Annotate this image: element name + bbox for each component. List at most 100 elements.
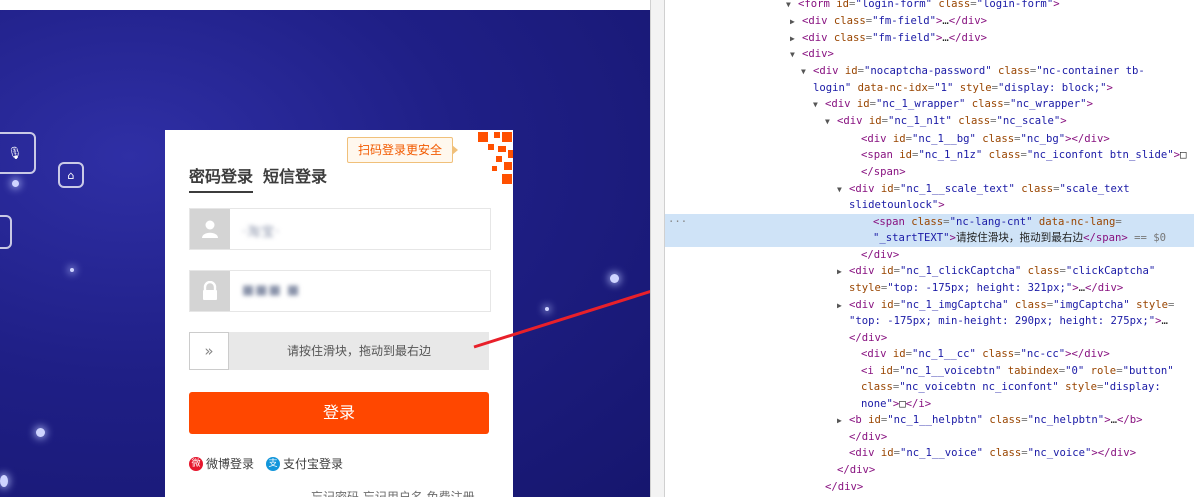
password-field[interactable]: ■■■ ■: [189, 270, 491, 312]
dom-tree-node[interactable]: none">□</i>: [665, 396, 1194, 413]
dom-token: <div: [849, 447, 881, 459]
dom-token: "nc_wrapper": [1010, 98, 1087, 110]
dom-tree-node[interactable]: ▶ <div id="nc_1_imgCaptcha" class="imgCap…: [665, 297, 1194, 314]
dom-tree-node[interactable]: <div id="nc_1__bg" class="nc_bg"></div>: [665, 131, 1194, 148]
dom-tree-node[interactable]: <div id="nc_1__cc" class="nc-cc"></div>: [665, 346, 1194, 363]
dom-token: class: [861, 381, 893, 393]
dom-token: id: [880, 365, 893, 377]
dom-tree-node[interactable]: <i id="nc_1__voicebtn" tabindex="0" role…: [665, 363, 1194, 380]
dom-tree-node[interactable]: </div>: [665, 330, 1194, 347]
dom-tree-node[interactable]: ▼ <div id="nc_1_n1t" class="nc_scale">: [665, 113, 1194, 130]
dom-token: "nc_1__bg": [912, 133, 976, 145]
dom-tree-node[interactable]: slidetounlock">: [665, 197, 1194, 214]
dom-tree-node[interactable]: </div>: [665, 247, 1194, 264]
dom-token: class: [975, 348, 1015, 360]
dom-token: </i>: [905, 398, 932, 410]
dom-token: none": [861, 398, 893, 410]
glow-dot: [0, 475, 8, 487]
tab-sms-login[interactable]: 短信登录: [263, 163, 327, 187]
dom-tree-node[interactable]: </div>: [665, 462, 1194, 479]
slider-handle[interactable]: »: [189, 332, 229, 370]
dom-token: class: [931, 0, 971, 10]
dom-token: "scale_text: [1059, 183, 1130, 195]
dom-token: style: [953, 82, 992, 94]
dom-tree-node[interactable]: <span class="nc-lang-cnt" data-nc-lang= ·…: [665, 214, 1194, 231]
dom-tree-node[interactable]: class="nc_voicebtn nc_iconfont" style="d…: [665, 379, 1194, 396]
dom-token: class: [991, 65, 1030, 77]
collapsed-triangle-icon[interactable]: ▶: [837, 297, 849, 314]
devtools-elements-panel: ▼ <form id="login-form" class="login-form…: [665, 0, 1194, 497]
dom-tree-node[interactable]: <div id="nc_1__voice" class="nc_voice"><…: [665, 445, 1194, 462]
dom-token: login": [813, 82, 852, 94]
collapsed-triangle-icon[interactable]: ▶: [790, 30, 802, 47]
dom-token: "nc_1_n1t": [888, 115, 952, 127]
dom-tree-node[interactable]: "top: -175px; min-height: 290px; height:…: [665, 313, 1194, 330]
dom-tree-node[interactable]: ▼ <div id="nc_1__scale_text" class="scale…: [665, 181, 1194, 198]
dom-tree-node[interactable]: ▼ <div id="nc_1_wrapper" class="nc_wrappe…: [665, 96, 1194, 113]
dom-token: id: [880, 447, 894, 459]
expand-triangle-icon[interactable]: ▼: [837, 181, 849, 198]
qr-code-icon[interactable]: [458, 130, 513, 185]
dom-token: >: [1086, 98, 1093, 110]
dom-token: "nc-container tb-: [1036, 65, 1145, 77]
dom-token: =: [1115, 216, 1122, 228]
dom-tree-node[interactable]: ▼ <div>: [665, 46, 1194, 63]
dom-token: "nc_voice": [1027, 447, 1092, 459]
dom-token: </div>: [849, 431, 888, 443]
login-button[interactable]: 登录: [189, 392, 489, 434]
dom-token: "display: block;": [998, 82, 1107, 94]
dom-tree-node[interactable]: ▶ <div class="fm-field">…</div>: [665, 13, 1194, 30]
dom-token: class: [911, 216, 944, 228]
dom-token: slidetounlock": [849, 199, 939, 211]
username-field[interactable]: ·淘宝·: [189, 208, 491, 250]
dom-tree-node[interactable]: "_startTEXT">请按住滑块，拖动到最右边</span> == $0: [665, 230, 1194, 247]
dom-token: "nc_helpbtn": [1027, 414, 1105, 426]
collapsed-triangle-icon[interactable]: ▶: [837, 263, 849, 280]
dom-token: id: [892, 348, 906, 360]
alipay-login-link[interactable]: 支 支付宝登录: [266, 455, 343, 472]
dom-tree-node[interactable]: </div>: [665, 429, 1194, 446]
lock-icon: [190, 271, 230, 311]
dom-token: <div: [849, 183, 881, 195]
dom-token: <div: [813, 65, 845, 77]
expand-triangle-icon[interactable]: ▼: [813, 96, 825, 113]
dom-token: =: [1167, 299, 1175, 311]
expand-triangle-icon[interactable]: ▼: [825, 113, 837, 130]
dom-token: class: [951, 115, 991, 127]
dom-token: "imgCaptcha": [1053, 299, 1130, 311]
dom-token: tabindex: [1001, 365, 1059, 377]
expand-triangle-icon[interactable]: ▼: [786, 0, 798, 13]
dom-tree-node[interactable]: style="top: -175px; height: 321px;">…</d…: [665, 280, 1194, 297]
dom-token: id: [899, 149, 913, 161]
slider-captcha[interactable]: » 请按住滑块，拖动到最右边: [189, 332, 489, 370]
dom-tree-node[interactable]: </span>: [665, 164, 1194, 181]
footer-links[interactable]: 忘记密码 忘记用户名 免费注册: [311, 488, 475, 497]
dom-tree-node[interactable]: ▼ <div id="nocaptcha-password" class="nc-…: [665, 63, 1194, 80]
more-options-icon[interactable]: ···: [668, 214, 687, 231]
collapsed-triangle-icon[interactable]: ▶: [790, 13, 802, 30]
dom-token: <div: [861, 348, 893, 360]
dom-tree-node[interactable]: login" data-nc-idx="1" style="display: b…: [665, 80, 1194, 97]
dom-tree-node[interactable]: </div>: [665, 479, 1194, 496]
dom-token: class: [1014, 183, 1054, 195]
tab-password-login[interactable]: 密码登录: [189, 163, 254, 193]
dom-token: </b>: [1116, 414, 1143, 426]
weibo-login-link[interactable]: 微 微博登录: [189, 455, 254, 472]
dom-token: id: [880, 183, 894, 195]
dom-tree-node[interactable]: ▶ <div class="fm-field">…</div>: [665, 30, 1194, 47]
expand-triangle-icon[interactable]: ▼: [801, 63, 813, 80]
dom-token: </div>: [825, 481, 864, 493]
panel-splitter[interactable]: [650, 0, 665, 497]
qr-login-hint[interactable]: 扫码登录更安全: [346, 137, 459, 163]
dom-token: <b: [849, 414, 869, 426]
dom-tree-node[interactable]: <span id="nc_1_n1z" class="nc_iconfont b…: [665, 147, 1194, 164]
dom-token: == $0: [1127, 232, 1166, 244]
dom-token: class: [833, 15, 866, 27]
dom-tree-node[interactable]: ▶ <div id="nc_1_clickCaptcha" class="clic…: [665, 263, 1194, 280]
dom-token: >: [1106, 82, 1113, 94]
collapsed-triangle-icon[interactable]: ▶: [837, 412, 849, 429]
dom-tree-node[interactable]: ▶ <b id="nc_1__helpbtn" class="nc_helpbtn…: [665, 412, 1194, 429]
dom-token: "nc-cc": [1020, 348, 1066, 360]
expand-triangle-icon[interactable]: ▼: [790, 46, 802, 63]
dom-tree-node[interactable]: ▼ <form id="login-form" class="login-form…: [665, 0, 1194, 13]
